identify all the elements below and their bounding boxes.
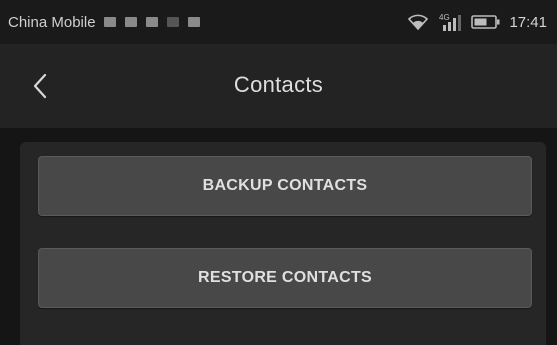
signal-icon: 4G xyxy=(439,13,462,31)
notification-icon xyxy=(124,17,137,27)
status-time: 17:41 xyxy=(509,13,547,31)
content-area: BACKUP CONTACTS RESTORE CONTACTS xyxy=(0,128,557,345)
notification-icon xyxy=(166,17,179,27)
notification-icon xyxy=(187,17,200,27)
actions-card: BACKUP CONTACTS RESTORE CONTACTS xyxy=(20,142,546,345)
contacts-screen: China Mobile 4G 17:41 Contacts BACKUP CO… xyxy=(0,0,557,345)
notification-icon xyxy=(103,17,116,27)
page-title: Contacts xyxy=(233,72,324,97)
notification-icon xyxy=(145,17,158,27)
battery-icon xyxy=(471,15,500,29)
wifi-icon xyxy=(408,14,429,31)
backup-contacts-button[interactable]: BACKUP CONTACTS xyxy=(38,156,532,216)
status-bar: China Mobile 4G 17:41 xyxy=(0,0,557,44)
status-indicators: 4G 17:41 xyxy=(407,12,547,32)
restore-contacts-button[interactable]: RESTORE CONTACTS xyxy=(38,248,532,308)
carrier-name: China Mobile xyxy=(8,13,96,31)
app-bar: Contacts xyxy=(0,44,557,128)
notification-icons xyxy=(103,17,200,27)
network-type-label: 4G xyxy=(439,13,450,22)
